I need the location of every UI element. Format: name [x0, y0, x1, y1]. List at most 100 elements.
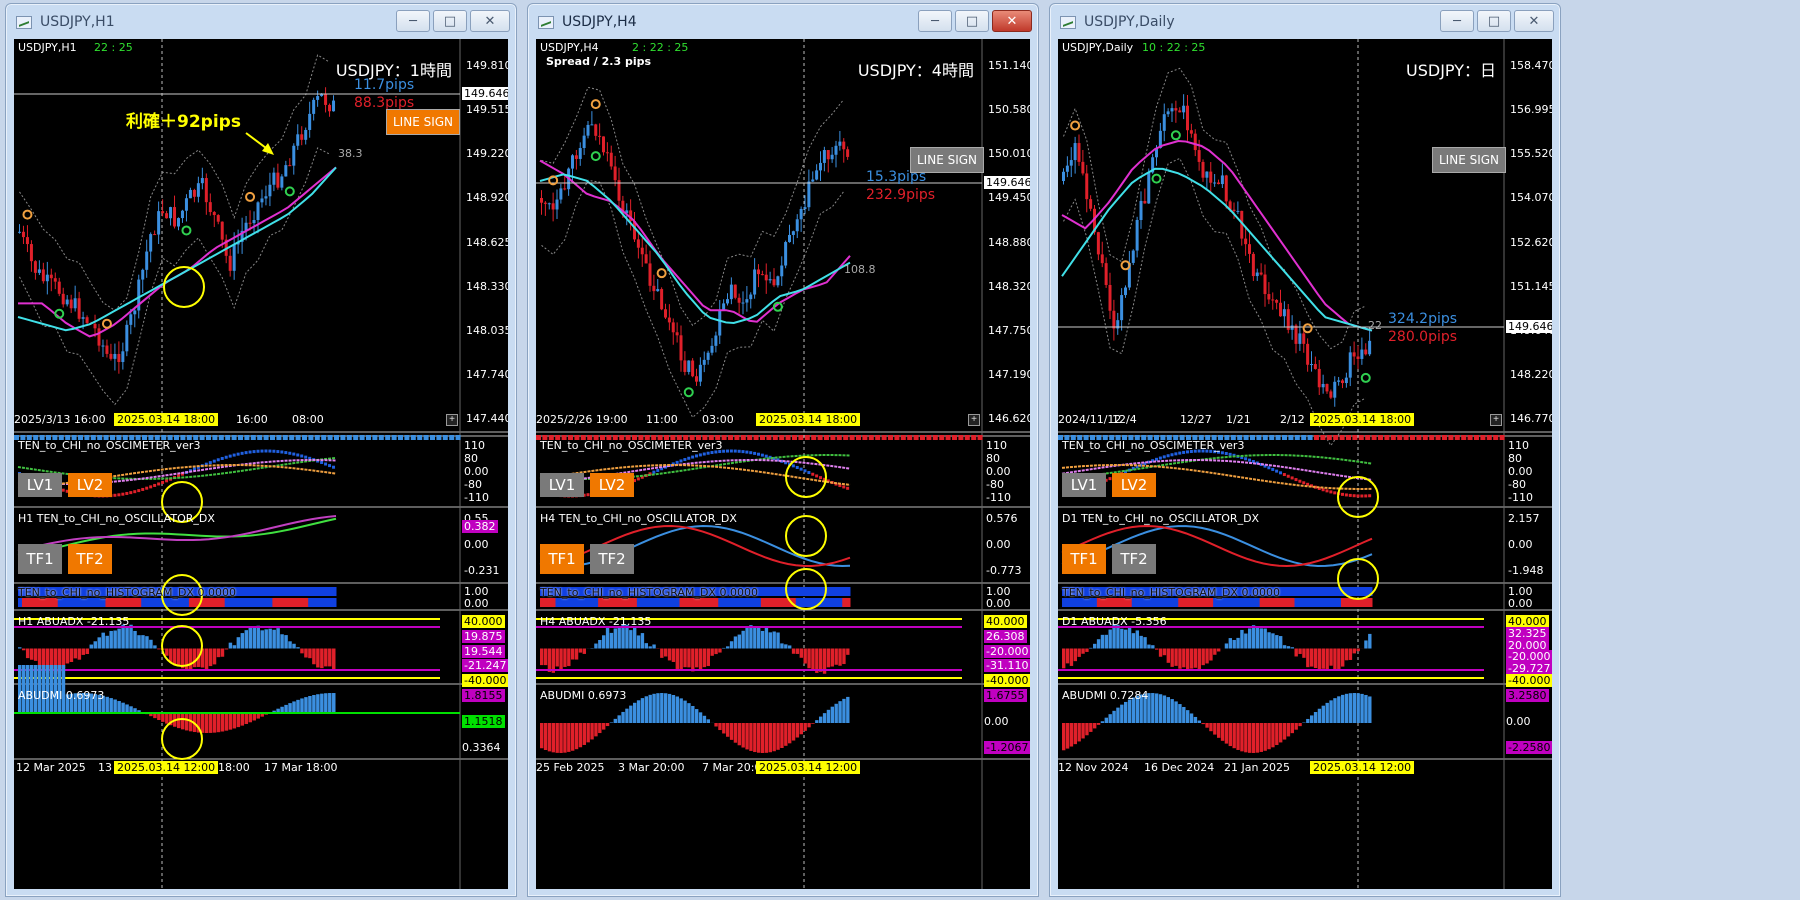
histogram-bar	[749, 598, 754, 607]
histogram-bar	[780, 598, 785, 607]
candle	[216, 214, 220, 225]
chart-area[interactable]: USDJPY,Daily 10 : 22 : 25 USDJPY：日 324.2pip…	[1058, 39, 1552, 889]
line-sign-button[interactable]: LINE SIGN	[910, 147, 985, 173]
timeline-strip-cell	[1326, 435, 1332, 440]
candle	[846, 146, 850, 160]
adx-bar	[745, 627, 749, 649]
abudmi-bar	[121, 702, 125, 713]
histogram-bar	[819, 587, 824, 596]
oscillator-dot	[220, 456, 224, 460]
adx-bar	[803, 648, 807, 664]
abudmi-bar	[1341, 694, 1345, 723]
histogram-bar	[252, 587, 257, 596]
adx-bar	[1337, 648, 1341, 670]
maximize-button[interactable]: □	[955, 10, 989, 32]
adx-bar	[567, 648, 571, 667]
adx-bar	[1065, 648, 1070, 664]
adx-level-tag: -40.000	[462, 674, 508, 687]
adx-bar	[1290, 647, 1294, 649]
timeline-strip-cell	[868, 435, 874, 440]
minimize-button[interactable]: ─	[396, 10, 430, 32]
candle	[772, 268, 776, 288]
lv-button[interactable]: LV1	[1062, 473, 1106, 497]
abudmi-bar	[1186, 710, 1190, 723]
lv-button[interactable]: LV2	[68, 473, 112, 497]
expand-icon[interactable]: +	[968, 414, 980, 426]
adx-bar	[1077, 648, 1081, 657]
timeline-strip-cell	[1499, 435, 1505, 440]
signal-marker	[1151, 173, 1162, 184]
abudmi-bar	[621, 711, 625, 723]
timeline-strip-cell	[824, 435, 829, 440]
oscillator-dot	[846, 486, 850, 490]
lv-button[interactable]: LV2	[590, 473, 634, 497]
chart-area[interactable]: USDJPY,H4 2 : 22 : 25 Spread / 2.3 pips USD…	[536, 39, 1030, 889]
title-bar[interactable]: USDJPY,H4 ─ □ ✕	[528, 4, 1038, 38]
adx-bar	[177, 648, 181, 667]
candle	[617, 167, 621, 210]
abudmi-bar	[204, 713, 209, 733]
tf-button[interactable]: TF2	[1112, 544, 1156, 574]
candle	[1220, 163, 1224, 188]
minimize-button[interactable]: ─	[1440, 10, 1474, 32]
histogram-bar	[1220, 598, 1226, 607]
timeline-strip-cell	[964, 435, 970, 440]
price-tick-label: 150.010	[988, 147, 1030, 161]
lv-button[interactable]: LV1	[18, 473, 62, 497]
abudmi-bar	[1360, 693, 1364, 723]
minimize-button[interactable]: ─	[918, 10, 952, 32]
title-bar[interactable]: USDJPY,Daily ─ □ ✕	[1050, 4, 1560, 38]
abudmi-bar	[296, 699, 300, 713]
candle	[1310, 351, 1313, 372]
adx-bar	[1310, 648, 1314, 667]
price-tick-label: 148.320	[988, 279, 1030, 293]
tf-button[interactable]: TF1	[1062, 544, 1106, 574]
chart-area[interactable]: USDJPY,H1 22 : 25 USDJPY：1時間 11.7pips 88.3pi…	[14, 39, 508, 889]
candle	[157, 201, 161, 245]
price-tick-label: 148.920	[466, 191, 508, 205]
abudmi-bar	[1217, 723, 1221, 738]
candle	[268, 172, 272, 207]
line-sign-button[interactable]: LINE SIGN	[386, 109, 461, 135]
tf-button[interactable]: TF1	[18, 544, 62, 574]
tf-button[interactable]: TF1	[540, 544, 584, 574]
abudmi-bar	[772, 723, 776, 752]
timeline-strip-cell	[792, 435, 797, 440]
oscillator-dot	[1333, 491, 1337, 495]
abudmi-bar	[834, 703, 838, 723]
abudmi-bar	[602, 723, 606, 730]
adx-bar	[547, 648, 552, 672]
adx-bar	[1263, 628, 1267, 649]
histogram-bar	[73, 598, 79, 607]
chart-window-h1[interactable]: USDJPY,H1 ─ □ ✕ USDJPY,H1 22 : 25 USDJPY：1…	[5, 3, 517, 897]
oscillator-dot	[113, 493, 117, 497]
close-button[interactable]: ✕	[470, 10, 510, 32]
maximize-button[interactable]: □	[433, 10, 467, 32]
adx-bar	[240, 633, 245, 649]
title-bar[interactable]: USDJPY,H1 ─ □ ✕	[6, 4, 516, 38]
line-sign-button[interactable]: LINE SIGN	[1432, 147, 1507, 173]
lv-button[interactable]: LV2	[1112, 473, 1156, 497]
close-button[interactable]: ✕	[992, 10, 1032, 32]
adx-bar	[842, 648, 846, 665]
adx-bar	[1259, 628, 1263, 649]
maximize-button[interactable]: □	[1477, 10, 1511, 32]
candle	[1085, 164, 1089, 213]
timeline-strip-cell	[766, 435, 772, 440]
expand-icon[interactable]: +	[446, 414, 458, 426]
tf-button[interactable]: TF2	[68, 544, 112, 574]
adx-bar	[236, 637, 241, 649]
chart-window-daily[interactable]: USDJPY,Daily ─ □ ✕ USDJPY,Daily 10 : 22 :…	[1049, 3, 1561, 897]
oscillator-dot	[240, 451, 244, 455]
histogram-bar	[830, 598, 835, 607]
tf-button[interactable]: TF2	[590, 544, 634, 574]
chart-window-h4[interactable]: USDJPY,H4 ─ □ ✕ USDJPY,H4 2 : 22 : 25 Spre…	[527, 3, 1039, 897]
close-button[interactable]: ✕	[1514, 10, 1554, 32]
lv-button[interactable]: LV1	[540, 473, 584, 497]
candle	[648, 250, 652, 292]
adx-bar	[1244, 633, 1248, 649]
expand-icon[interactable]: +	[1490, 414, 1502, 426]
abudmi-bar	[563, 723, 567, 753]
adx-bar	[101, 632, 105, 649]
candle	[1368, 327, 1372, 357]
